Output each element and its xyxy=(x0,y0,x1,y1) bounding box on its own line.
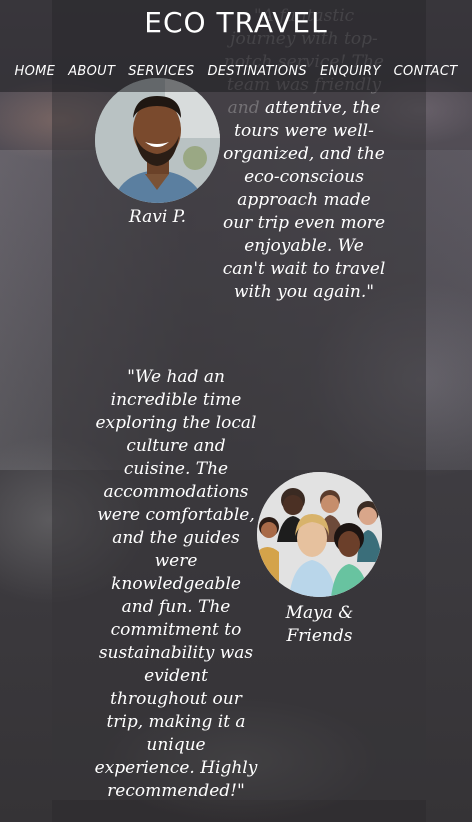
testimonial-1-quote: attentive, the tours were well-organized… xyxy=(222,98,386,302)
panel-bottom-shade xyxy=(52,800,426,822)
nav-enquiry[interactable]: ENQUIRY xyxy=(320,64,381,79)
nav-services[interactable]: SERVICES xyxy=(128,64,194,79)
person-photo-icon xyxy=(95,78,220,203)
main-nav: HOME ABOUT SERVICES DESTINATIONS ENQUIRY… xyxy=(0,64,472,79)
nav-home[interactable]: HOME xyxy=(15,64,56,79)
page: "A fantastic journey with top-notch serv… xyxy=(0,0,472,822)
testimonial-2-quote: "We had an incredible time exploring the… xyxy=(94,367,258,801)
nav-destinations[interactable]: DESTINATIONS xyxy=(207,64,307,79)
avatar-ravi xyxy=(95,78,220,203)
site-logo[interactable]: ECO TRAVEL xyxy=(0,6,472,39)
nav-contact[interactable]: CONTACT xyxy=(394,64,458,79)
testimonial-1-name: Ravi P. xyxy=(128,207,187,227)
testimonial-2-name: Maya & Friends xyxy=(285,603,354,646)
nav-about[interactable]: ABOUT xyxy=(68,64,115,79)
group-photo-icon xyxy=(257,472,382,597)
avatar-maya-friends xyxy=(257,472,382,597)
site-header: ECO TRAVEL HOME ABOUT SERVICES DESTINATI… xyxy=(0,0,472,92)
